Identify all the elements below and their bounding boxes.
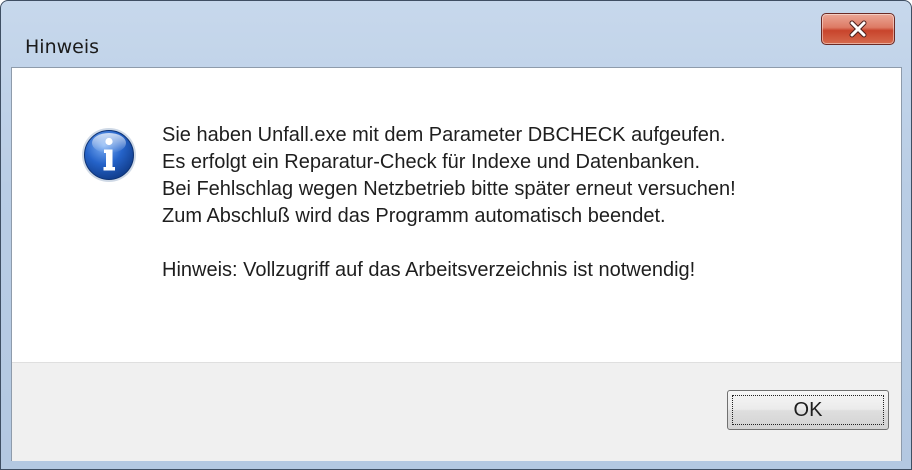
button-bar: OK xyxy=(12,362,901,461)
message-line: Es erfolgt ein Reparatur-Check für Index… xyxy=(162,151,701,173)
message-text: Sie haben Unfall.exe mit dem Parameter D… xyxy=(162,122,882,284)
dialog-client-area: Sie haben Unfall.exe mit dem Parameter D… xyxy=(11,67,902,461)
close-icon xyxy=(849,20,867,38)
title-bar[interactable]: Hinweis xyxy=(1,1,911,59)
window-title: Hinweis xyxy=(25,36,100,58)
message-line: Sie haben Unfall.exe mit dem Parameter D… xyxy=(162,124,726,146)
dialog-window: Hinweis Sie haben Unfall.exe mit dem Par… xyxy=(0,0,912,470)
ok-button[interactable]: OK xyxy=(727,390,889,430)
message-note: Hinweis: Vollzugriff auf das Arbeitsverz… xyxy=(162,259,696,281)
message-area: Sie haben Unfall.exe mit dem Parameter D… xyxy=(12,68,901,362)
message-line: Zum Abschluß wird das Programm automatis… xyxy=(162,205,666,227)
info-icon xyxy=(82,128,136,182)
message-line: Bei Fehlschlag wegen Netzbetrieb bitte s… xyxy=(162,178,736,200)
close-button[interactable] xyxy=(821,13,895,45)
